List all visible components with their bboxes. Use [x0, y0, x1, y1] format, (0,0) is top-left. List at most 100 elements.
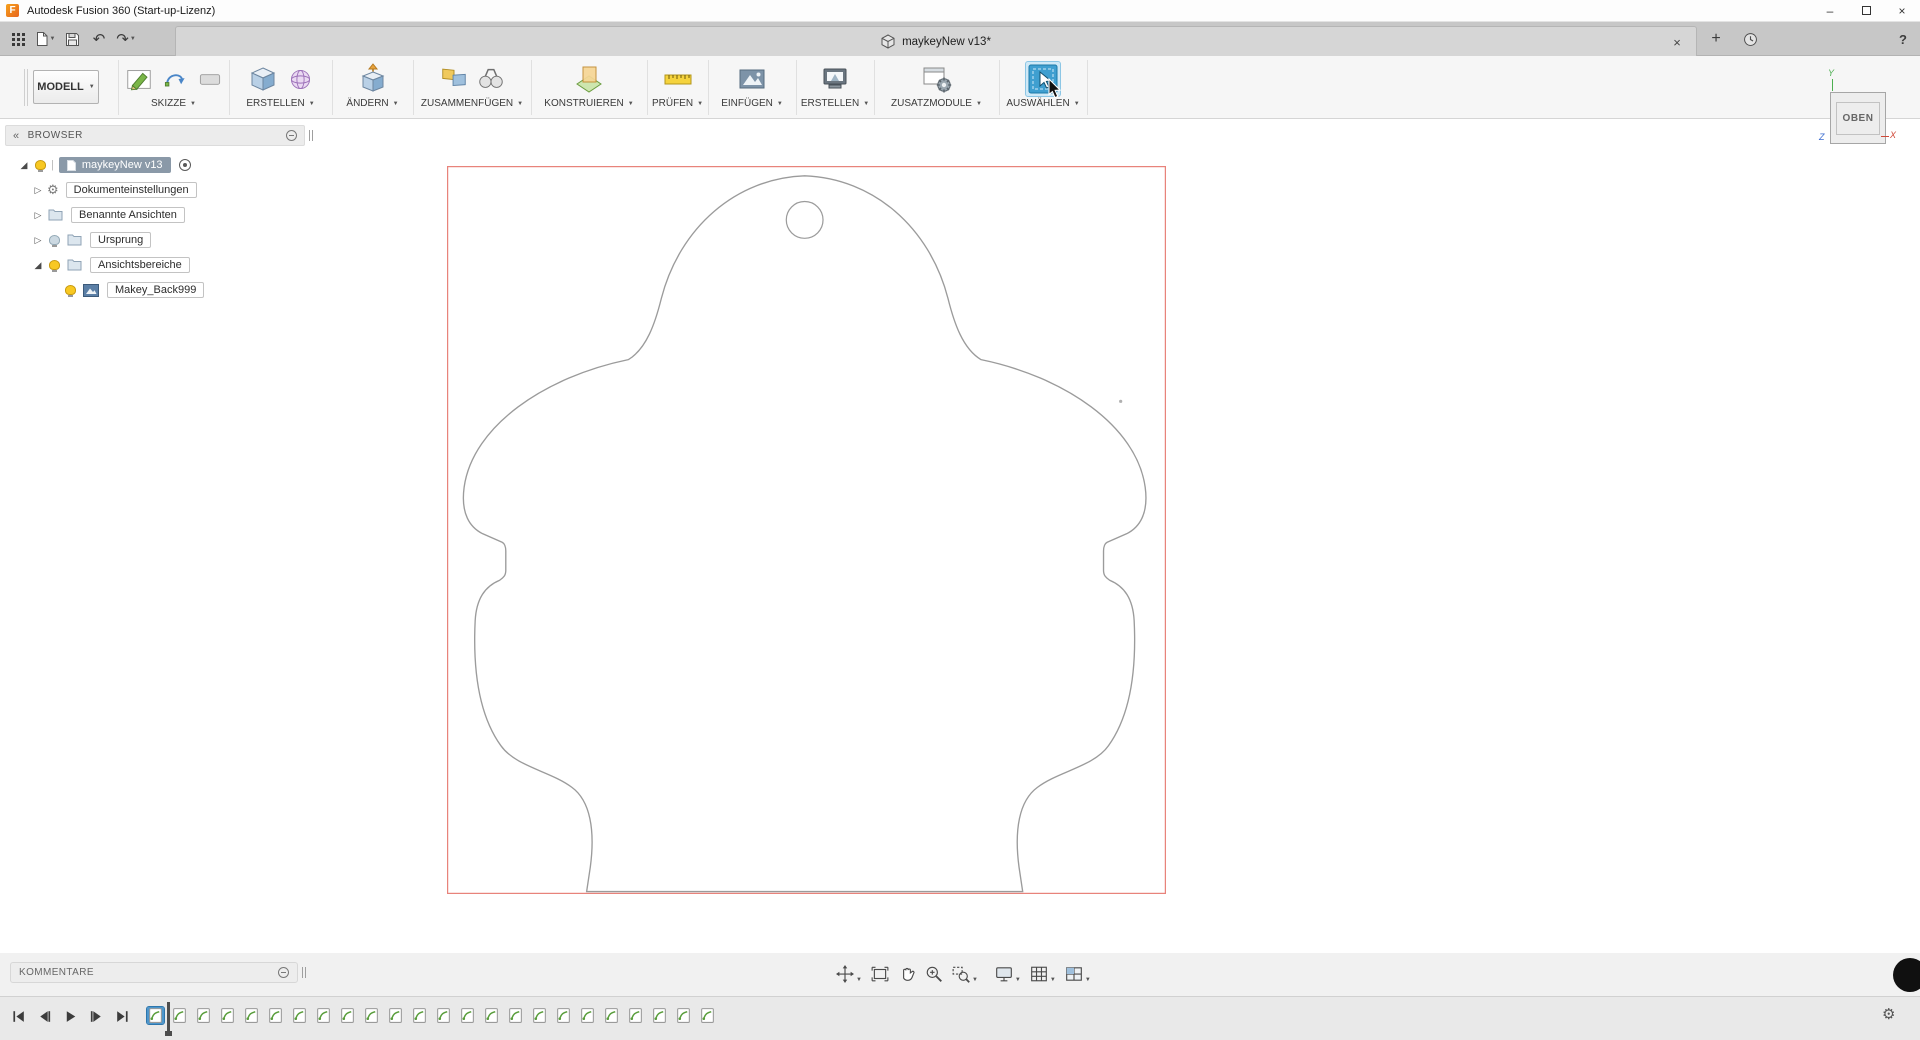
orbit-button[interactable]: ▼ [836, 965, 862, 983]
zoom-window-button[interactable]: ▼ [952, 965, 978, 983]
timeline-position-marker[interactable] [165, 1002, 172, 1036]
sketch-drawing[interactable] [447, 166, 1166, 894]
ribbon-dropdown-zusammenfuegen[interactable]: ZUSAMMENFÜGEN ▼ [413, 98, 531, 109]
timeline-feature-24-sketch-icon[interactable] [699, 1007, 716, 1024]
visibility-bulb-icon[interactable] [35, 160, 46, 172]
timeline-feature-20-sketch-icon[interactable] [603, 1007, 620, 1024]
project-geometry-icon[interactable] [161, 65, 189, 93]
ribbon-dropdown-aendern[interactable]: ÄNDERN ▼ [332, 98, 413, 109]
timeline-feature-17-sketch-icon[interactable] [531, 1007, 548, 1024]
data-panel-toggle-button[interactable] [6, 26, 30, 52]
browser-item-benannte-ansichten[interactable]: ▷ Benannte Ansichten [5, 205, 305, 225]
create-solid-icon[interactable] [247, 63, 279, 95]
browser-header[interactable]: « BROWSER [5, 125, 305, 146]
timeline-feature-6-sketch-icon[interactable] [267, 1007, 284, 1024]
timeline-feature-7-sketch-icon[interactable] [291, 1007, 308, 1024]
press-pull-icon[interactable] [357, 63, 389, 95]
feedback-bubble[interactable] [1893, 958, 1920, 992]
construction-plane-icon[interactable] [573, 63, 605, 95]
minimize-button[interactable]: – [1812, 0, 1848, 21]
zoom-button[interactable] [925, 965, 943, 983]
timeline-feature-9-sketch-icon[interactable] [339, 1007, 356, 1024]
sketch-plane-icon[interactable] [196, 65, 224, 93]
timeline-feature-11-sketch-icon[interactable] [387, 1007, 404, 1024]
grid-snap-button[interactable]: ▼ [1030, 965, 1056, 983]
browser-item-label[interactable]: Dokumenteinstellungen [65, 182, 197, 198]
collapse-panel-icon[interactable]: « [13, 130, 20, 142]
go-to-start-button[interactable] [10, 1008, 27, 1025]
browser-item-label[interactable]: Makey_Back999 [107, 282, 205, 298]
play-button[interactable] [62, 1008, 79, 1025]
viewports-button[interactable]: ▼ [1065, 965, 1091, 983]
tab-close-button[interactable]: × [1668, 33, 1686, 51]
timeline-feature-8-sketch-icon[interactable] [315, 1007, 332, 1024]
step-back-button[interactable] [36, 1008, 53, 1025]
addins-icon[interactable] [920, 63, 954, 95]
browser-item-ansichtsbereiche[interactable]: ◢ Ansichtsbereiche [5, 255, 305, 275]
comments-bar[interactable]: KOMMENTARE [10, 962, 298, 983]
panel-resize-grip[interactable] [309, 130, 313, 141]
ribbon-dropdown-einfuegen[interactable]: EINFÜGEN ▼ [708, 98, 796, 109]
timeline-feature-3-sketch-icon[interactable] [195, 1007, 212, 1024]
timeline-feature-2-sketch-icon[interactable] [171, 1007, 188, 1024]
timeline-feature-18-sketch-icon[interactable] [555, 1007, 572, 1024]
expand-closed-icon[interactable]: ▷ [31, 235, 45, 245]
job-status-button[interactable] [1737, 22, 1763, 56]
timeline-feature-1-sketch-icon[interactable] [146, 1006, 165, 1025]
timeline-feature-21-sketch-icon[interactable] [627, 1007, 644, 1024]
browser-item-makey-back999[interactable]: Makey_Back999 [5, 280, 305, 300]
timeline-feature-13-sketch-icon[interactable] [435, 1007, 452, 1024]
ribbon-dropdown-konstruieren[interactable]: KONSTRUIEREN ▼ [531, 98, 647, 109]
timeline-feature-22-sketch-icon[interactable] [651, 1007, 668, 1024]
file-menu-button[interactable]: ▼ [33, 26, 57, 52]
create-sketch-icon[interactable] [124, 64, 154, 94]
activate-component-radio[interactable] [178, 159, 191, 171]
browser-item-ursprung[interactable]: ▷ Ursprung [5, 230, 305, 250]
minimize-panel-icon[interactable] [286, 130, 297, 141]
insert-image-icon[interactable] [736, 63, 768, 95]
comments-resize-grip[interactable] [302, 967, 306, 978]
timeline-feature-15-sketch-icon[interactable] [483, 1007, 500, 1024]
ribbon-dropdown-erstellen-make[interactable]: ERSTELLEN ▼ [796, 98, 874, 109]
visibility-bulb-off-icon[interactable] [49, 235, 60, 247]
help-button[interactable]: ? [1890, 22, 1916, 56]
browser-item-label[interactable]: Ansichtsbereiche [90, 257, 190, 273]
expand-closed-icon[interactable]: ▷ [31, 185, 45, 195]
expand-open-icon[interactable]: ◢ [17, 160, 31, 170]
ribbon-dropdown-skizze[interactable]: SKIZZE ▼ [118, 98, 229, 109]
pan-button[interactable] [898, 965, 916, 983]
save-button[interactable] [60, 26, 84, 52]
timeline-feature-16-sketch-icon[interactable] [507, 1007, 524, 1024]
timeline-settings-gear-icon[interactable]: ⚙ [1882, 1005, 1895, 1023]
ribbon-dropdown-pruefen[interactable]: PRÜFEN ▼ [647, 98, 708, 109]
assemble-icon[interactable] [439, 64, 469, 94]
undo-button[interactable]: ↶ [87, 26, 111, 52]
make-3dprint-icon[interactable] [819, 63, 851, 95]
timeline-feature-23-sketch-icon[interactable] [675, 1007, 692, 1024]
expand-closed-icon[interactable]: ▷ [31, 210, 45, 220]
look-at-button[interactable] [871, 965, 889, 983]
ribbon-dropdown-zusatzmodule[interactable]: ZUSATZMODULE ▼ [874, 98, 999, 109]
redo-button[interactable]: ↷ ▼ [114, 26, 138, 52]
ribbon-dropdown-auswaehlen[interactable]: AUSWÄHLEN ▼ [999, 98, 1087, 109]
visibility-bulb-icon[interactable] [49, 260, 60, 272]
browser-item-label[interactable]: Benannte Ansichten [71, 207, 185, 223]
timeline-feature-4-sketch-icon[interactable] [219, 1007, 236, 1024]
document-tab[interactable]: maykeyNew v13* × [175, 26, 1697, 56]
interference-icon[interactable] [476, 64, 506, 94]
close-button[interactable]: × [1884, 0, 1920, 21]
new-tab-button[interactable]: + [1703, 22, 1729, 56]
browser-item-label[interactable]: Ursprung [90, 232, 152, 248]
timeline-feature-14-sketch-icon[interactable] [459, 1007, 476, 1024]
timeline-feature-10-sketch-icon[interactable] [363, 1007, 380, 1024]
maximize-button[interactable] [1848, 0, 1884, 21]
go-to-end-button[interactable] [114, 1008, 131, 1025]
root-component-pill[interactable]: maykeyNew v13 [58, 157, 171, 173]
visibility-bulb-icon[interactable] [65, 285, 76, 297]
browser-root-row[interactable]: ◢ | maykeyNew v13 [5, 155, 305, 175]
step-forward-button[interactable] [88, 1008, 105, 1025]
minimize-comments-icon[interactable] [278, 967, 289, 978]
browser-item-dokumenteinstellungen[interactable]: ▷ ⚙ Dokumenteinstellungen [5, 180, 305, 200]
toolbar-grip[interactable] [24, 69, 28, 106]
display-settings-button[interactable]: ▼ [995, 965, 1021, 983]
